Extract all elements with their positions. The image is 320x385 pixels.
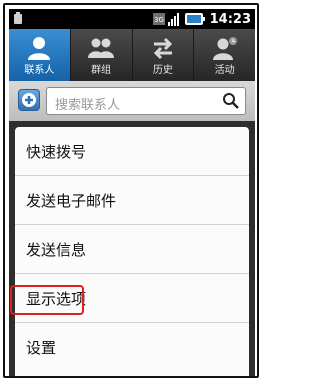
menu-item-send-message[interactable]: 发送信息 <box>15 225 249 274</box>
menu-item-send-email[interactable]: 发送电子邮件 <box>15 176 249 225</box>
tab-label: 群组 <box>91 65 112 76</box>
battery-icon <box>184 13 205 25</box>
phone-screen: 3G 14:23 联系人 群组 历史 活动 搜索联系人 快速拨号 发送电子邮件 … <box>9 9 255 376</box>
tab-groups[interactable]: 群组 <box>71 29 133 81</box>
search-placeholder: 搜索联系人 <box>55 98 121 113</box>
menu-item-speed-dial[interactable]: 快速拨号 <box>15 127 249 176</box>
tab-label: 历史 <box>152 65 173 76</box>
tab-activity[interactable]: 活动 <box>194 29 255 81</box>
person-icon <box>28 37 51 60</box>
status-time: 14:23 <box>209 11 251 27</box>
options-menu: 快速拨号 发送电子邮件 发送信息 显示选项 设置 <box>15 127 249 376</box>
tab-contacts[interactable]: 联系人 <box>9 29 71 81</box>
svg-text:3G: 3G <box>154 16 164 24</box>
tab-label: 联系人 <box>24 65 55 76</box>
highlight-box <box>10 285 84 315</box>
group-icon <box>88 38 115 58</box>
add-contact-button[interactable] <box>18 89 40 111</box>
signal-icon <box>167 13 179 26</box>
tab-label: 活动 <box>214 65 235 76</box>
tab-history[interactable]: 历史 <box>133 29 195 81</box>
search-input[interactable]: 搜索联系人 <box>46 87 246 115</box>
status-bar: 3G 14:23 <box>9 9 255 29</box>
person-activity-icon <box>212 37 237 60</box>
search-icon[interactable] <box>222 92 240 110</box>
network-3g-icon: 3G <box>152 13 165 25</box>
menu-item-settings[interactable]: 设置 <box>15 323 249 372</box>
notification-icon <box>14 12 22 24</box>
swap-arrows-icon <box>153 37 172 60</box>
plus-icon <box>22 93 36 107</box>
tab-bar: 联系人 群组 历史 活动 <box>9 29 255 81</box>
search-row: 搜索联系人 <box>9 81 255 121</box>
